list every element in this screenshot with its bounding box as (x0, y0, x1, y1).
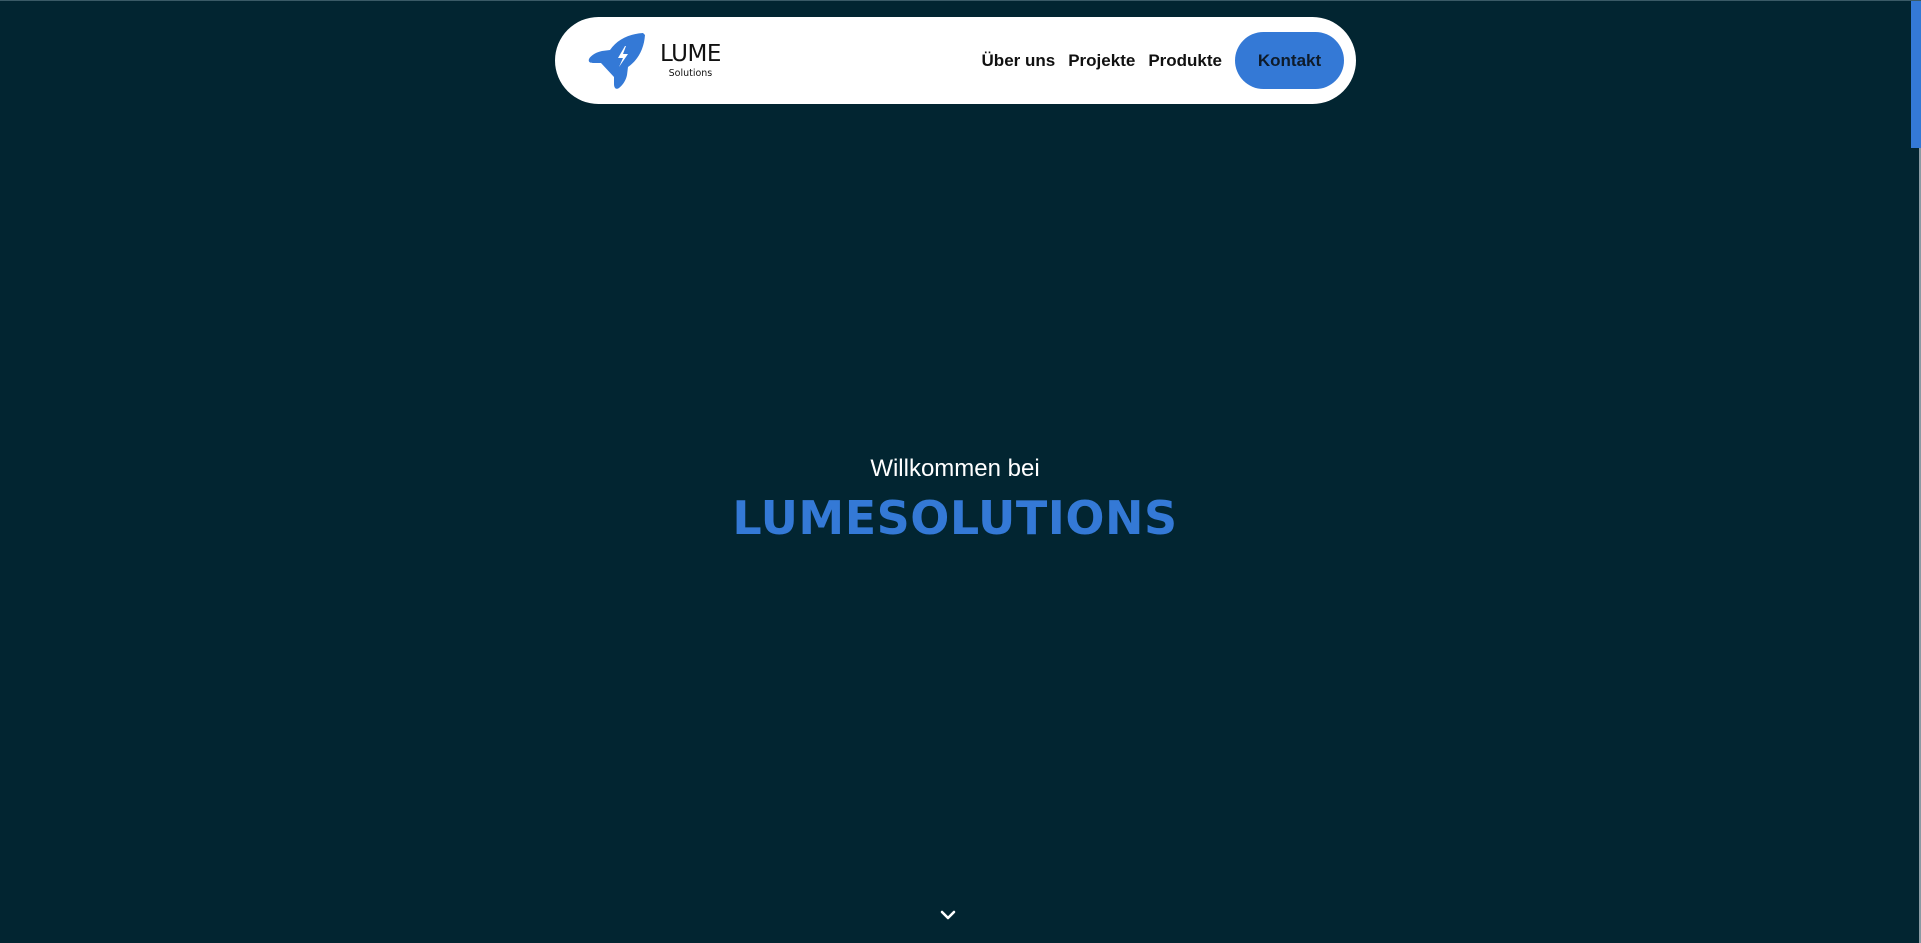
brand-subtitle: Solutions (668, 68, 713, 80)
hero-greeting: Willkommen bei (870, 455, 1040, 482)
nav-link-ueber-uns[interactable]: Über uns (982, 51, 1056, 71)
nav-link-produkte[interactable]: Produkte (1148, 51, 1222, 71)
chevron-down-icon[interactable] (939, 908, 957, 922)
hero-title: LUMESOLUTIONS (732, 491, 1178, 545)
navbar: LUME Solutions Über uns Projekte Produkt… (555, 17, 1356, 104)
page: LUME Solutions Über uns Projekte Produkt… (0, 0, 1921, 943)
brand-name: LUME (660, 41, 721, 68)
brand-wordmark: LUME Solutions (660, 43, 721, 79)
scrollbar-thumb[interactable] (1911, 1, 1921, 148)
nav-link-projekte[interactable]: Projekte (1068, 51, 1135, 71)
hero-section: Willkommen bei LUMESOLUTIONS (0, 455, 1910, 545)
contact-button[interactable]: Kontakt (1235, 32, 1344, 89)
nav-links: Über uns Projekte Produkte Kontakt (982, 32, 1344, 89)
brand-logo-link[interactable]: LUME Solutions (588, 31, 721, 91)
rocket-icon (588, 33, 645, 89)
